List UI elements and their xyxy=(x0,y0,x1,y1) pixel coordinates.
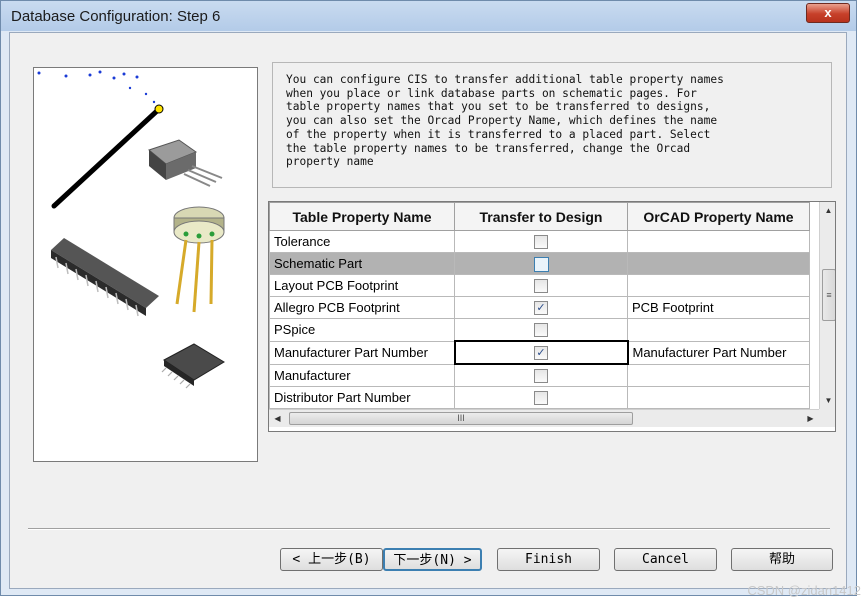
orcad-property-name-cell[interactable] xyxy=(627,274,810,297)
transfer-checkbox-cell[interactable] xyxy=(454,274,628,297)
sparkle-dots xyxy=(37,70,156,104)
transfer-checkbox-cell[interactable] xyxy=(454,386,628,409)
table-property-name-cell[interactable]: Manufacturer xyxy=(269,363,455,387)
table-row[interactable]: Distributor Part Number xyxy=(269,386,810,409)
description-box: You can configure CIS to transfer additi… xyxy=(272,62,832,188)
transfer-checkbox-checked[interactable]: ✓ xyxy=(534,301,548,316)
button-separator xyxy=(28,528,830,530)
transfer-checkbox-cell[interactable]: ✓ xyxy=(454,296,628,319)
to5-transistor xyxy=(173,206,225,313)
watermark: CSDN @zidan1412 xyxy=(747,583,861,598)
transfer-checkbox[interactable] xyxy=(534,391,548,406)
vertical-scrollbar[interactable]: ▲ ≡ ▼ xyxy=(819,202,835,409)
magic-wand xyxy=(51,104,164,209)
table-property-name-cell[interactable]: Tolerance xyxy=(269,230,455,253)
table-row[interactable]: PSpice xyxy=(269,318,810,342)
orcad-property-name-cell[interactable]: Manufacturer Part Number xyxy=(627,340,810,365)
table-row-selected[interactable]: Schematic Part xyxy=(269,252,810,275)
scroll-left-icon[interactable]: ◀ xyxy=(269,410,286,427)
table-property-name-cell[interactable]: PSpice xyxy=(269,318,455,342)
transfer-checkbox-cell-active[interactable]: ✓ xyxy=(453,340,629,365)
scroll-down-icon[interactable]: ▼ xyxy=(820,392,835,409)
transfer-checkbox[interactable] xyxy=(534,323,548,338)
orcad-property-name-cell[interactable] xyxy=(627,386,810,409)
property-table: Table Property Name Transfer to Design O… xyxy=(269,202,810,409)
transfer-checkbox-cell[interactable] xyxy=(454,230,628,253)
title-bar[interactable]: Database Configuration: Step 6 x xyxy=(1,1,856,31)
window-title: Database Configuration: Step 6 xyxy=(11,8,221,25)
table-row[interactable]: Tolerance xyxy=(269,230,810,253)
column-header-table-property-name[interactable]: Table Property Name xyxy=(269,202,455,231)
transfer-checkbox[interactable] xyxy=(534,369,548,384)
vertical-scroll-thumb[interactable]: ≡ xyxy=(822,269,835,321)
table-property-name-cell[interactable]: Distributor Part Number xyxy=(269,386,455,409)
transfer-checkbox-cell[interactable] xyxy=(454,363,628,387)
column-header-orcad-property-name[interactable]: OrCAD Property Name xyxy=(627,202,810,231)
transfer-checkbox-cell[interactable] xyxy=(454,252,628,275)
table-property-name-cell[interactable]: Manufacturer Part Number xyxy=(269,340,455,365)
transfer-checkbox[interactable] xyxy=(533,256,549,272)
property-grid[interactable]: Table Property Name Transfer to Design O… xyxy=(268,201,836,432)
orcad-property-name-cell[interactable] xyxy=(627,252,810,275)
soic-chip xyxy=(161,343,225,389)
orcad-property-name-cell[interactable] xyxy=(627,230,810,253)
table-row[interactable]: Manufacturer Part Number ✓ Manufacturer … xyxy=(269,340,810,365)
table-row[interactable]: Manufacturer xyxy=(269,363,810,387)
column-header-transfer-to-design[interactable]: Transfer to Design xyxy=(454,202,628,231)
orcad-property-name-cell[interactable] xyxy=(627,363,810,387)
transfer-checkbox[interactable] xyxy=(534,279,548,294)
horizontal-scroll-thumb[interactable]: III xyxy=(289,412,633,425)
transfer-checkbox-cell[interactable] xyxy=(454,318,628,342)
transfer-checkbox-checked[interactable]: ✓ xyxy=(534,346,548,361)
description-text: You can configure CIS to transfer additi… xyxy=(286,73,724,169)
dip-chip xyxy=(51,238,159,317)
help-button[interactable]: 帮助 xyxy=(731,548,833,571)
scroll-up-icon[interactable]: ▲ xyxy=(820,202,835,219)
close-button[interactable]: x xyxy=(806,3,850,23)
next-button[interactable]: 下一步(N) > xyxy=(383,548,482,571)
transfer-checkbox[interactable] xyxy=(534,235,548,250)
cancel-button[interactable]: Cancel xyxy=(614,548,717,571)
table-row[interactable]: Layout PCB Footprint xyxy=(269,274,810,297)
wizard-illustration xyxy=(33,67,258,462)
scroll-right-icon[interactable]: ▶ xyxy=(802,410,819,427)
finish-button[interactable]: Finish xyxy=(497,548,600,571)
orcad-property-name-cell[interactable]: PCB Footprint xyxy=(627,296,810,319)
components-illustration xyxy=(37,70,225,389)
table-row[interactable]: Allegro PCB Footprint ✓ PCB Footprint xyxy=(269,296,810,319)
horizontal-scrollbar[interactable]: ◀ III ▶ xyxy=(269,409,819,427)
back-button[interactable]: < 上一步(B) xyxy=(280,548,383,571)
orcad-property-name-cell[interactable] xyxy=(627,318,810,342)
table-property-name-cell[interactable]: Layout PCB Footprint xyxy=(269,274,455,297)
table-property-name-cell[interactable]: Schematic Part xyxy=(269,252,455,275)
to220-package xyxy=(147,139,223,187)
dialog-window: Database Configuration: Step 6 x You can… xyxy=(0,0,857,596)
dialog-body: You can configure CIS to transfer additi… xyxy=(9,32,847,589)
scrollbar-corner xyxy=(819,409,835,427)
grid-header-row: Table Property Name Transfer to Design O… xyxy=(269,202,810,231)
table-property-name-cell[interactable]: Allegro PCB Footprint xyxy=(269,296,455,319)
